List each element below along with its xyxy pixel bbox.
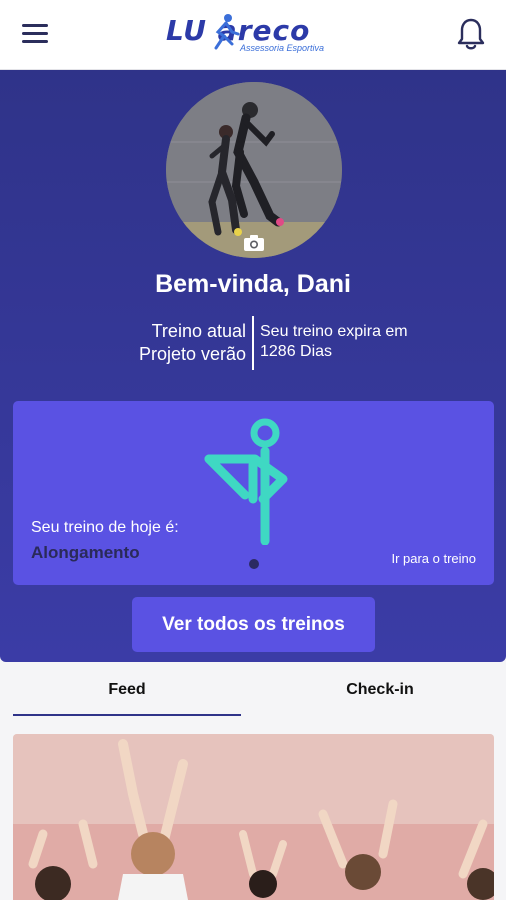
brand-logo: LU areco Assessoria Esportiva [166,12,342,58]
all-workouts-button[interactable]: Ver todos os treinos [132,597,375,652]
info-divider [252,316,254,370]
avatar[interactable] [166,82,342,258]
today-workout-name: Alongamento [31,543,140,562]
top-bar: LU areco Assessoria Esportiva [0,0,506,70]
active-tab-indicator [13,714,241,716]
feed-post-image[interactable] [13,734,494,900]
runner-logo-icon [214,14,240,50]
current-workout-info: Treino atual Projeto verão [110,320,246,366]
expiration-value: 1286 Dias [260,343,333,360]
logo-subtitle: Assessoria Esportiva [240,43,325,53]
today-workout-card[interactable]: Seu treino de hoje é: Alongamento Ir par… [13,401,494,585]
feed-tabs: Feed Check-in [0,663,506,719]
bell-icon[interactable] [456,16,486,52]
expiration-info: Seu treino expira em 1286 Dias [260,322,460,362]
expiration-label: Seu treino expira em [260,323,408,340]
stretching-person-icon [204,418,288,545]
go-to-workout-link[interactable]: Ir para o treino [391,551,476,566]
current-workout-label: Treino atual [151,321,246,341]
camera-icon[interactable] [243,234,265,252]
current-program-name: Projeto verão [138,344,246,364]
welcome-heading: Bem-vinda, Dani [155,270,351,298]
avatar-photo [166,82,342,258]
profile-hero: Bem-vinda, Dani Treino atual Projeto ver… [0,70,506,662]
tab-check-in[interactable]: Check-in [260,681,500,699]
tab-feed[interactable]: Feed [7,681,247,699]
today-workout-label: Seu treino de hoje é: [31,519,179,536]
feed-photo [13,734,494,900]
carousel-indicator[interactable] [249,559,259,569]
hamburger-menu-icon[interactable] [22,24,48,46]
